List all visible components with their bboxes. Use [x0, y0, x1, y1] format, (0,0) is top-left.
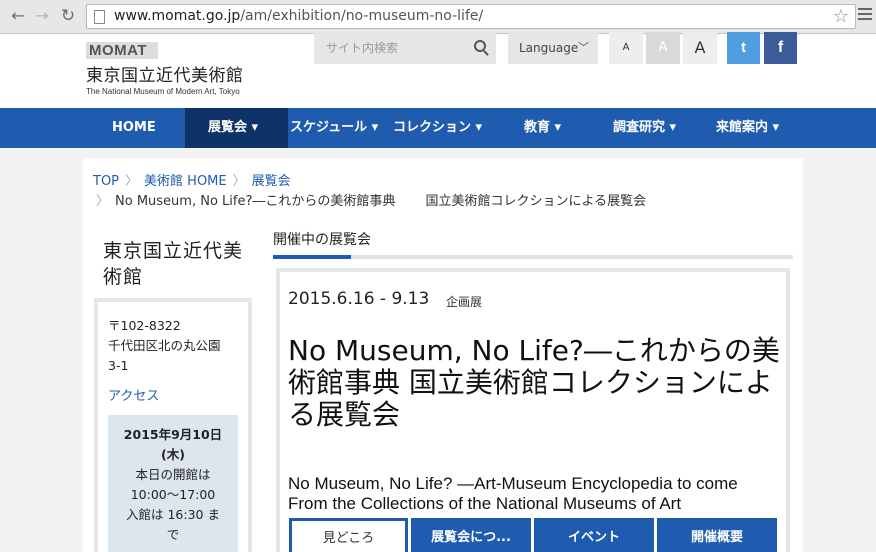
tab-highlights[interactable]: 見どころ: [289, 518, 408, 552]
exhibition-title-jp: No Museum, No Life?―これからの美術館事典 国立美術館コレクシ…: [288, 334, 780, 431]
section-underline-accent: [273, 255, 351, 259]
open-text: 本日の開館は: [135, 467, 211, 482]
breadcrumb-current: 〉 No Museum, No Life?―これからの美術館事典 国立美術館コレク…: [96, 190, 646, 209]
address-line-2: 3-1: [108, 358, 129, 373]
breadcrumb-chevron-icon: 〉: [125, 174, 139, 189]
breadcrumb-top-link[interactable]: TOP: [93, 174, 119, 189]
nav-item-research[interactable]: 調査研究 ▾: [613, 108, 676, 148]
site-logo[interactable]: MOMAT 東京国立近代美術館 The National Museum of M…: [86, 42, 244, 96]
breadcrumb: TOP 〉美術館 HOME 〉展覧会: [93, 170, 291, 189]
breadcrumb-current-title: No Museum, No Life?―これからの美術館事典: [115, 194, 396, 209]
todays-hours-box: 2015年9月10日 (木) 本日の開館は 10:00〜17:00 入館は 16…: [108, 415, 238, 552]
global-nav: HOME 展覧会 ▾ スケジュール ▾ コレクション ▾ 教育 ▾ 調査研究 ▾…: [0, 108, 876, 148]
last-entry-text-2: で: [166, 527, 180, 542]
tab-events[interactable]: イベント: [534, 518, 654, 552]
url-path: /am/exhibition/no-museum-no-life/: [240, 8, 484, 24]
search-input[interactable]: [314, 32, 464, 64]
today-date: 2015年9月10日: [123, 427, 223, 442]
forward-arrow-icon[interactable]: →: [32, 6, 52, 26]
tab-about-exhibition[interactable]: 展覧会につ...: [411, 518, 531, 552]
reload-icon[interactable]: ↻: [58, 6, 78, 26]
site-search: [314, 32, 496, 64]
breadcrumb-current-subtitle: 国立美術館コレクションによる展覧会: [425, 194, 647, 209]
address-bar[interactable]: www.momat.go.jp/am/exhibition/no-museum-…: [86, 4, 856, 29]
breadcrumb-chevron-icon: 〉: [232, 174, 246, 189]
nav-item-exhibitions[interactable]: 展覧会 ▾: [185, 108, 288, 148]
language-select[interactable]: Language ﹀: [508, 32, 598, 64]
facebook-icon[interactable]: f: [764, 32, 797, 64]
language-label: Language: [519, 41, 579, 55]
page-icon: [94, 10, 105, 24]
last-entry-text: 入館は 16:30 ま: [126, 507, 220, 522]
section-underline: [273, 255, 793, 259]
breadcrumb-museum-home-link[interactable]: 美術館 HOME: [144, 174, 227, 189]
exhibition-type: 企画展: [446, 295, 483, 309]
url-domain: www.momat.go.jp: [114, 8, 241, 24]
nav-item-schedule[interactable]: スケジュール ▾: [290, 108, 378, 148]
browser-toolbar: ← → ↻ www.momat.go.jp/am/exhibition/no-m…: [0, 0, 876, 34]
nav-item-collection[interactable]: コレクション ▾: [393, 108, 482, 148]
postal-code: 〒102-8322: [108, 318, 181, 333]
back-arrow-icon[interactable]: ←: [8, 6, 28, 26]
current-exhibitions-heading: 開催中の展覧会: [273, 232, 371, 248]
nav-item-home[interactable]: HOME: [112, 108, 156, 148]
logo-mark: MOMAT: [86, 42, 158, 59]
exhibition-title-en: No Museum, No Life? ―Art-Museum Encyclop…: [288, 474, 738, 513]
font-size-medium-button[interactable]: A: [646, 32, 680, 64]
exhibition-dates: 2015.6.16 - 9.13: [288, 289, 430, 309]
logo-english-name: The National Museum of Modern Art, Tokyo: [86, 87, 240, 96]
today-weekday: (木): [161, 447, 185, 462]
nav-item-education[interactable]: 教育 ▾: [524, 108, 561, 148]
tab-overview[interactable]: 開催概要: [657, 518, 777, 552]
logo-japanese-name: 東京国立近代美術館: [86, 66, 244, 86]
chevron-down-icon: ﹀: [578, 41, 589, 54]
address-line-1: 千代田区北の丸公園: [108, 338, 221, 353]
sidebar-museum-title: 東京国立近代美術館: [103, 240, 244, 288]
browser-menu-icon[interactable]: [858, 8, 872, 23]
font-size-small-button[interactable]: A: [609, 32, 643, 64]
breadcrumb-exhibitions-link[interactable]: 展覧会: [252, 174, 291, 189]
url-text[interactable]: www.momat.go.jp/am/exhibition/no-museum-…: [114, 8, 483, 24]
access-link[interactable]: アクセス: [108, 385, 159, 404]
font-size-large-button[interactable]: A: [683, 32, 717, 64]
breadcrumb-chevron-icon: 〉: [96, 194, 110, 209]
open-hours: 10:00〜17:00: [130, 487, 216, 502]
search-icon[interactable]: [474, 40, 486, 52]
twitter-icon[interactable]: t: [727, 32, 760, 64]
nav-item-visit[interactable]: 来館案内 ▾: [716, 108, 779, 148]
bookmark-star-icon[interactable]: ☆: [833, 6, 849, 27]
museum-address: 〒102-8322 千代田区北の丸公園 3-1: [108, 316, 221, 376]
